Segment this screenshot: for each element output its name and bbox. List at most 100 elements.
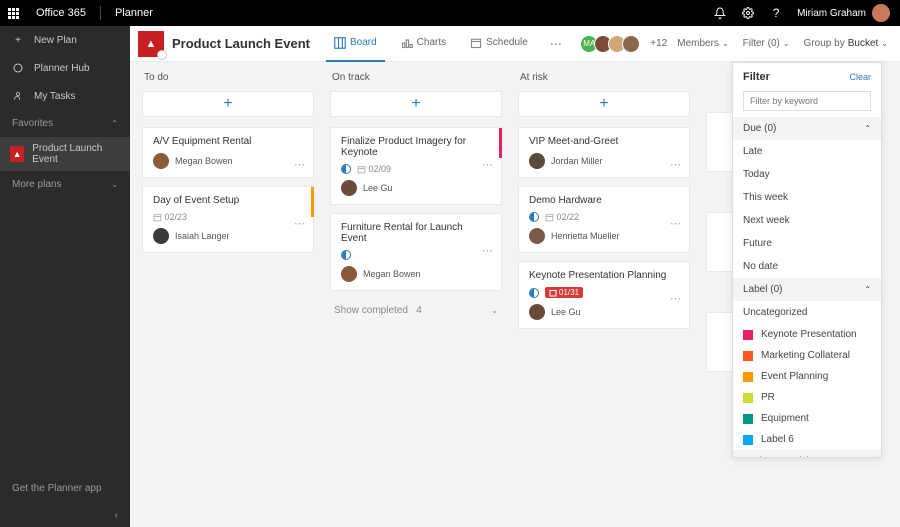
card-more-button[interactable]: ⋯ bbox=[482, 158, 493, 171]
collapse-sidebar-button[interactable]: ‹ bbox=[0, 504, 130, 527]
filter-due-option[interactable]: Next week bbox=[733, 209, 881, 232]
my-tasks-link[interactable]: My Tasks bbox=[0, 82, 130, 110]
card-meta: 02/22 bbox=[529, 212, 679, 222]
task-card[interactable]: A/V Equipment Rental Megan Bowen ⋯ bbox=[142, 127, 314, 178]
card-meta: 01/31 bbox=[529, 287, 679, 298]
member-avatars[interactable]: MA bbox=[580, 35, 640, 53]
filter-due-option[interactable]: No date bbox=[733, 255, 881, 278]
get-app-link[interactable]: Get the Planner app bbox=[0, 473, 130, 504]
task-card[interactable]: Day of Event Setup 02/23Isaiah Langer⋯ bbox=[142, 186, 314, 253]
card-title: Day of Event Setup bbox=[153, 195, 303, 206]
card-assignee: Lee Gu bbox=[341, 180, 491, 196]
filter-label: Filter (0) bbox=[743, 38, 780, 49]
add-task-button[interactable]: + bbox=[330, 91, 502, 117]
progress-icon bbox=[341, 250, 351, 260]
label-name: Equipment bbox=[761, 413, 809, 424]
filter-section-header[interactable]: Assignment (0)⌃ bbox=[733, 450, 881, 457]
tab-schedule[interactable]: Schedule bbox=[462, 26, 536, 62]
card-meta: 02/09 bbox=[341, 164, 491, 174]
card-more-button[interactable]: ⋯ bbox=[294, 217, 305, 230]
card-assignee: Megan Bowen bbox=[153, 153, 303, 169]
label-name: Label 6 bbox=[761, 434, 794, 445]
label-swatch bbox=[743, 393, 753, 403]
card-meta bbox=[341, 250, 491, 260]
assignee-name: Megan Bowen bbox=[175, 156, 233, 166]
task-card[interactable]: Keynote Presentation Planning 01/31Lee G… bbox=[518, 261, 690, 329]
filter-due-option[interactable]: Late bbox=[733, 140, 881, 163]
plan-header: ▲ Product Launch Event Board Charts Sche… bbox=[130, 26, 900, 62]
card-more-button[interactable]: ⋯ bbox=[670, 158, 681, 171]
filter-section-header[interactable]: Due (0)⌃ bbox=[733, 117, 881, 140]
bucket: On track+Finalize Product Imagery for Ke… bbox=[330, 72, 502, 517]
planner-hub-link[interactable]: Planner Hub bbox=[0, 54, 130, 82]
card-more-button[interactable]: ⋯ bbox=[482, 244, 493, 257]
filter-clear-button[interactable]: Clear bbox=[849, 72, 871, 82]
sidebar-plan-item[interactable]: ▲ Product Launch Event bbox=[0, 137, 130, 171]
filter-dropdown[interactable]: Filter (0)⌄ bbox=[739, 38, 794, 49]
member-overflow-count: +12 bbox=[650, 38, 667, 49]
filter-label-option[interactable]: PR bbox=[733, 387, 881, 408]
filter-label-option[interactable]: Label 6 bbox=[733, 429, 881, 450]
label-stripe bbox=[311, 187, 314, 217]
task-card[interactable]: Furniture Rental for Launch EventMegan B… bbox=[330, 213, 502, 291]
filter-label-option[interactable]: Marketing Collateral bbox=[733, 345, 881, 366]
label-name: Event Planning bbox=[761, 371, 828, 382]
card-more-button[interactable]: ⋯ bbox=[670, 292, 681, 305]
main-content: ▲ Product Launch Event Board Charts Sche… bbox=[130, 26, 900, 527]
due-date: 02/09 bbox=[357, 164, 391, 174]
user-account[interactable]: Miriam Graham bbox=[797, 4, 890, 22]
add-task-button[interactable]: + bbox=[142, 91, 314, 117]
assignee-avatar bbox=[341, 266, 357, 282]
settings-icon[interactable] bbox=[741, 6, 755, 20]
filter-due-option[interactable]: Future bbox=[733, 232, 881, 255]
filter-label-option[interactable]: Keynote Presentation bbox=[733, 324, 881, 345]
task-card[interactable]: Demo Hardware 02/22 Henrietta Mueller⋯ bbox=[518, 186, 690, 253]
assignee-avatar bbox=[153, 153, 169, 169]
label-swatch bbox=[743, 351, 753, 361]
tab-board[interactable]: Board bbox=[326, 26, 385, 62]
groupby-value: Bucket bbox=[848, 38, 879, 49]
filter-label-option[interactable]: Equipment bbox=[733, 408, 881, 429]
card-assignee: Isaiah Langer bbox=[153, 228, 303, 244]
label-name: Keynote Presentation bbox=[761, 329, 857, 340]
sidebar-item-label: My Tasks bbox=[34, 91, 76, 102]
more-menu-button[interactable]: ⋯ bbox=[544, 37, 568, 51]
card-title: A/V Equipment Rental bbox=[153, 136, 303, 147]
task-card[interactable]: Finalize Product Imagery for Keynote 02/… bbox=[330, 127, 502, 205]
sidebar-item-label: Planner Hub bbox=[34, 63, 90, 74]
assignee-name: Jordan Miller bbox=[551, 156, 603, 166]
filter-section-header[interactable]: Label (0)⌃ bbox=[733, 278, 881, 301]
overdue-badge: 01/31 bbox=[545, 287, 583, 298]
card-assignee: Henrietta Mueller bbox=[529, 228, 679, 244]
app-name[interactable]: Planner bbox=[105, 7, 163, 19]
show-completed-toggle[interactable]: Show completed 4⌄ bbox=[330, 299, 502, 322]
tab-charts[interactable]: Charts bbox=[393, 26, 454, 62]
filter-due-option[interactable]: This week bbox=[733, 186, 881, 209]
card-more-button[interactable]: ⋯ bbox=[294, 158, 305, 171]
assignee-avatar bbox=[341, 180, 357, 196]
app-launcher-button[interactable] bbox=[0, 0, 26, 26]
groupby-dropdown[interactable]: Group by Bucket ⌄ bbox=[800, 38, 892, 49]
card-more-button[interactable]: ⋯ bbox=[670, 217, 681, 230]
favorites-section[interactable]: Favorites ⌃ bbox=[0, 110, 130, 137]
members-dropdown[interactable]: Members⌄ bbox=[673, 38, 732, 49]
add-task-button[interactable]: + bbox=[518, 91, 690, 117]
filter-label-option[interactable]: Event Planning bbox=[733, 366, 881, 387]
filter-label-uncategorized[interactable]: Uncategorized bbox=[733, 301, 881, 324]
card-title: VIP Meet-and-Greet bbox=[529, 136, 679, 147]
card-assignee: Megan Bowen bbox=[341, 266, 491, 282]
card-title: Demo Hardware bbox=[529, 195, 679, 206]
filter-keyword-input[interactable] bbox=[743, 91, 871, 111]
new-plan-button[interactable]: + New Plan bbox=[0, 26, 130, 54]
section-label: Favorites bbox=[12, 118, 53, 129]
task-card[interactable]: VIP Meet-and-Greet Jordan Miller ⋯ bbox=[518, 127, 690, 178]
more-plans-section[interactable]: More plans ⌄ bbox=[0, 171, 130, 198]
members-label: Members bbox=[677, 38, 719, 49]
notifications-icon[interactable] bbox=[713, 6, 727, 20]
filter-due-option[interactable]: Today bbox=[733, 163, 881, 186]
help-icon[interactable]: ? bbox=[769, 6, 783, 20]
assignee-avatar bbox=[529, 228, 545, 244]
label-name: Marketing Collateral bbox=[761, 350, 850, 361]
bucket-title: At risk bbox=[518, 72, 690, 83]
tab-label: Board bbox=[350, 37, 377, 48]
